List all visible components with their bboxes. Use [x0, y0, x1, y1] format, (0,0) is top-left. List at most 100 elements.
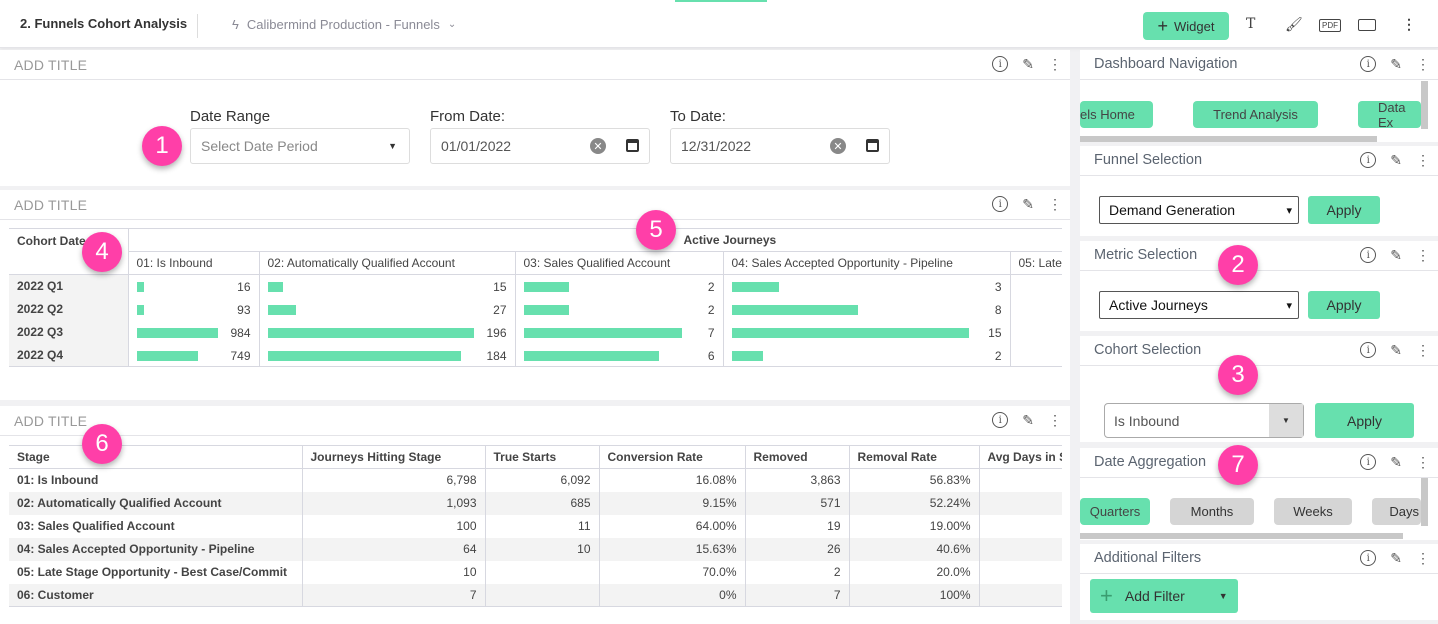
info-icon[interactable]: i [992, 412, 1009, 428]
data-cell: 2 [744, 560, 849, 584]
column-header[interactable]: True Starts [484, 445, 599, 469]
widget-title[interactable]: ADD TITLE [14, 57, 87, 73]
date-range-select[interactable]: Select Date Period ▼ [190, 128, 410, 164]
column-header[interactable]: Removed [744, 445, 849, 469]
more-icon[interactable]: ⋮ [1048, 196, 1062, 213]
data-cell: 52.24% [848, 491, 979, 515]
more-icon[interactable]: ⋮ [1416, 454, 1430, 471]
stage-summary-table: Stage Journeys Hitting Stage True Starts Co… [9, 445, 1062, 607]
nav-button-trend-analysis[interactable]: Trend Analysis [1193, 101, 1318, 128]
datasource-selector[interactable]: ϟ Calibermind Production - Funnels ⌄ [232, 17, 456, 32]
calendar-icon[interactable] [866, 139, 879, 152]
agg-days-button[interactable]: Days [1372, 498, 1421, 525]
nav-button-data-explorer[interactable]: Data Ex [1358, 101, 1421, 128]
data-cell: 7 [514, 320, 723, 344]
column-header[interactable]: 05: Late [1009, 251, 1062, 275]
funnel-apply-button[interactable]: Apply [1308, 196, 1380, 224]
widget-title[interactable]: ADD TITLE [14, 413, 87, 429]
pencil-icon[interactable]: ✎ [1390, 56, 1402, 73]
data-cell: 7 [301, 583, 485, 607]
caret-down-icon[interactable]: ▼ [1219, 591, 1228, 601]
more-icon[interactable]: ⋮ [1402, 16, 1416, 33]
more-icon[interactable]: ⋮ [1416, 550, 1430, 567]
pencil-icon[interactable]: ✎ [1390, 550, 1402, 567]
pencil-icon[interactable]: ✎ [1390, 342, 1402, 359]
pencil-icon[interactable]: ✎ [1022, 196, 1034, 213]
cohort-select[interactable]: Is Inbound ▼ [1104, 403, 1304, 438]
data-bar [523, 304, 569, 315]
widget-title: Dashboard Navigation [1094, 56, 1238, 72]
data-cell: 984 [127, 320, 259, 344]
info-icon[interactable]: i [1360, 342, 1377, 358]
horizontal-scrollbar[interactable] [1080, 136, 1377, 142]
data-bar [136, 350, 199, 361]
data-value: 15 [493, 280, 507, 294]
data-cell: 15.63% [598, 537, 745, 561]
pencil-icon[interactable]: ✎ [1390, 247, 1402, 264]
data-bar [731, 350, 764, 361]
more-icon[interactable]: ⋮ [1416, 247, 1430, 264]
calendar-icon[interactable] [626, 139, 639, 152]
info-icon[interactable]: i [1360, 247, 1377, 263]
add-filter-button[interactable]: + Add Filter ▼ [1090, 579, 1238, 613]
vertical-scrollbar[interactable] [1421, 478, 1428, 526]
info-icon[interactable]: i [992, 196, 1009, 212]
more-icon[interactable]: ⋮ [1416, 152, 1430, 169]
clear-icon[interactable]: ✕ [590, 138, 606, 154]
data-cell [1009, 274, 1062, 298]
agg-months-button[interactable]: Months [1170, 498, 1254, 525]
column-header[interactable]: Journeys Hitting Stage [301, 445, 485, 469]
more-icon[interactable]: ⋮ [1416, 56, 1430, 73]
widget-title[interactable]: ADD TITLE [14, 197, 87, 213]
info-icon[interactable]: i [1360, 550, 1377, 566]
column-header[interactable]: Stage [9, 445, 302, 469]
metric-apply-button[interactable]: Apply [1308, 291, 1380, 319]
caret-down-icon[interactable]: ▼ [1269, 404, 1303, 437]
pencil-icon[interactable]: ✎ [1390, 152, 1402, 169]
funnel-select[interactable]: Demand Generation ▾ [1099, 196, 1299, 224]
nav-button-funnels-home[interactable]: els Home [1080, 101, 1153, 128]
pencil-icon[interactable]: ✎ [1022, 412, 1034, 429]
more-icon[interactable]: ⋮ [1048, 412, 1062, 429]
data-bar [136, 282, 144, 292]
info-icon[interactable]: i [1360, 56, 1377, 72]
data-value: 27 [493, 302, 507, 317]
column-header[interactable]: 03: Sales Qualified Account [514, 251, 723, 275]
pencil-icon[interactable]: ✎ [1022, 56, 1034, 73]
table-row: 2022 Q3 984 196 7 15 [9, 320, 1062, 344]
widget-label: Widget [1174, 18, 1215, 34]
text-icon[interactable]: T [1246, 16, 1255, 32]
brush-icon[interactable]: 🖌 [1285, 16, 1303, 33]
pdf-icon[interactable]: PDF [1319, 19, 1341, 32]
pencil-icon[interactable]: ✎ [1390, 454, 1402, 471]
column-header[interactable]: Conversion Rate [598, 445, 745, 469]
clear-icon[interactable]: ✕ [830, 138, 846, 154]
more-icon[interactable]: ⋮ [1416, 342, 1430, 359]
from-date-input[interactable]: 01/01/2022 ✕ [430, 128, 650, 164]
vertical-scrollbar[interactable] [1421, 81, 1428, 129]
cohort-apply-button[interactable]: Apply [1315, 403, 1414, 438]
add-widget-button[interactable]: + Widget [1143, 12, 1229, 40]
info-icon[interactable]: i [992, 56, 1009, 72]
data-value: 2 [994, 348, 1002, 363]
info-icon[interactable]: i [1360, 152, 1377, 168]
data-cell: 15 [722, 320, 1010, 344]
monitor-icon[interactable] [1358, 19, 1376, 31]
agg-quarters-button[interactable]: Quarters [1080, 498, 1150, 525]
data-value: 93 [237, 302, 251, 317]
info-icon[interactable]: i [1360, 454, 1377, 470]
agg-weeks-button[interactable]: Weeks [1274, 498, 1352, 525]
column-header[interactable]: Avg Days in S [978, 445, 1062, 469]
column-header[interactable]: 04: Sales Accepted Opportunity - Pipelin… [722, 251, 1010, 275]
column-header[interactable]: 01: Is Inbound [127, 251, 259, 275]
widget-title: Cohort Selection [1094, 342, 1202, 358]
column-header[interactable]: Removal Rate [848, 445, 979, 469]
column-header[interactable]: 02: Automatically Qualified Account [258, 251, 515, 275]
to-date-input[interactable]: 12/31/2022 ✕ [670, 128, 890, 164]
metric-select[interactable]: Active Journeys ▾ [1099, 291, 1299, 319]
divider [197, 14, 198, 38]
more-icon[interactable]: ⋮ [1048, 56, 1062, 73]
data-cell: 196 [258, 320, 515, 344]
horizontal-scrollbar[interactable] [1080, 533, 1403, 539]
annotation-badge: 3 [1218, 355, 1258, 395]
